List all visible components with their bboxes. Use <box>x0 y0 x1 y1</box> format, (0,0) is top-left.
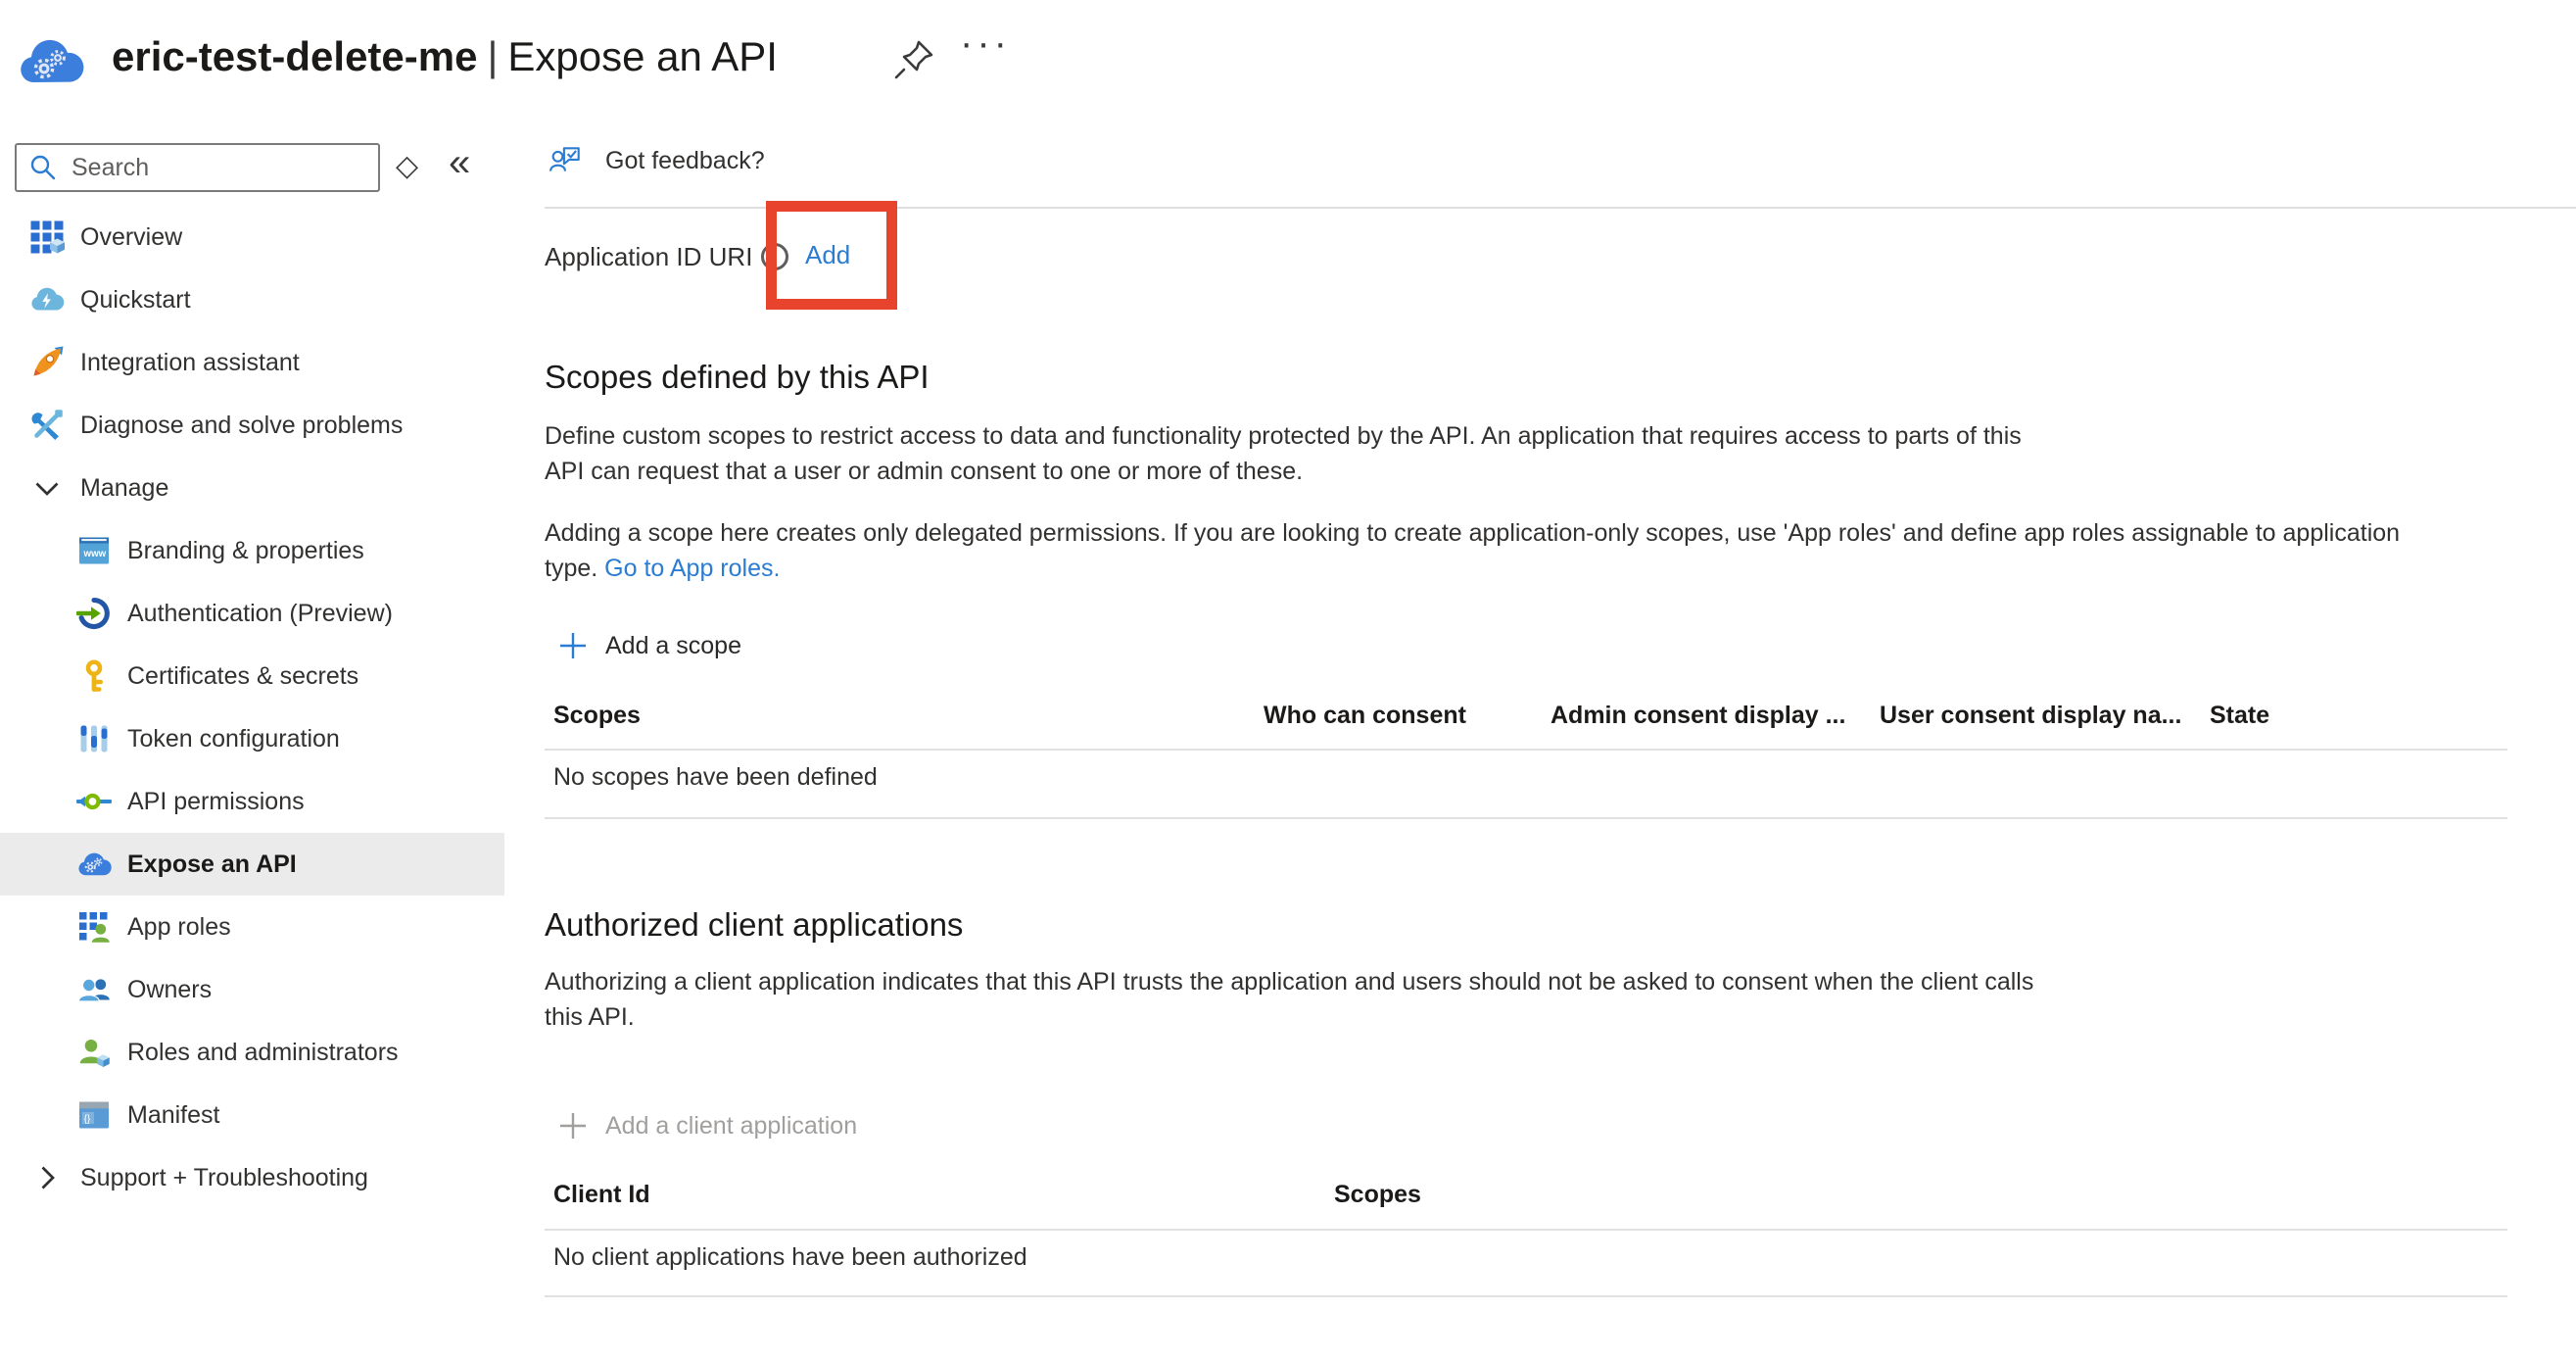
client-id-column-header: Client Id <box>553 1181 650 1209</box>
sidebar-item-label: Certificates & secrets <box>127 662 358 691</box>
sidebar-item-label: Overview <box>80 223 182 252</box>
expose-an-api-blade: eric-test-delete-me|Expose an API ··· ◇ … <box>0 0 2576 1360</box>
sidebar-item-owners[interactable]: Owners <box>0 958 504 1021</box>
chevron-right-icon <box>29 1160 65 1195</box>
sidebar-item-integration-assistant[interactable]: Integration assistant <box>0 331 504 394</box>
sidebar-item-label: Roles and administrators <box>127 1039 399 1067</box>
state-column-header: State <box>2210 702 2269 730</box>
add-application-id-uri-link[interactable]: Add <box>805 240 850 270</box>
scopes-section-title: Scopes defined by this API <box>545 359 930 396</box>
blade-name: Expose an API <box>507 33 778 79</box>
clients-table-bottom-divider <box>545 1295 2507 1297</box>
overview-grid-icon <box>29 219 65 255</box>
sidebar-item-label: Token configuration <box>127 725 340 753</box>
sidebar-item-label: Manifest <box>127 1101 219 1130</box>
sidebar-item-manifest[interactable]: {} Manifest <box>0 1084 504 1146</box>
browser-window-icon: www <box>76 533 112 568</box>
scopes-table-header-divider <box>545 749 2507 751</box>
sidebar-item-expose-an-api[interactable]: Expose an API <box>0 833 504 896</box>
sidebar-item-token-configuration[interactable]: Token configuration <box>0 707 504 770</box>
info-icon[interactable] <box>761 243 788 270</box>
clients-empty-state: No client applications have been authori… <box>553 1243 1027 1272</box>
sidebar-item-label: Integration assistant <box>80 349 300 377</box>
application-id-uri-label: Application ID URI <box>545 242 752 272</box>
more-options-icon[interactable]: ··· <box>960 22 1011 66</box>
clients-section-title: Authorized client applications <box>545 906 963 944</box>
key-icon <box>76 658 112 694</box>
toolbar-divider <box>545 207 2576 209</box>
page-title: eric-test-delete-me|Expose an API <box>112 33 778 80</box>
sidebar-item-label: Owners <box>127 976 212 1004</box>
sidebar-item-label: API permissions <box>127 788 305 816</box>
add-a-scope-button[interactable]: Add a scope <box>558 631 741 660</box>
pin-icon[interactable] <box>891 35 938 82</box>
sidebar-item-label: Authentication (Preview) <box>127 600 393 628</box>
roles-admin-icon <box>76 1035 112 1070</box>
sidebar-group-support-troubleshooting[interactable]: Support + Troubleshooting <box>0 1146 504 1209</box>
admin-consent-column-header: Admin consent display ... <box>1550 702 1845 730</box>
sidebar-nav: Overview Quickstart Integration assi <box>0 206 504 1209</box>
scopes-section-note: Adding a scope here creates only delegat… <box>545 515 2400 586</box>
plus-icon <box>558 1111 588 1141</box>
sidebar-item-label: Diagnose and solve problems <box>80 412 403 440</box>
title-separator: | <box>477 33 507 79</box>
app-roles-icon <box>76 909 112 945</box>
owners-people-icon <box>76 972 112 1007</box>
sidebar-item-quickstart[interactable]: Quickstart <box>0 268 504 331</box>
search-icon <box>28 153 58 182</box>
sliders-icon <box>76 721 112 756</box>
add-a-client-application-label: Add a client application <box>605 1112 857 1141</box>
sidebar-group-label: Support + Troubleshooting <box>80 1164 368 1192</box>
clients-section-description: Authorizing a client application indicat… <box>545 964 2033 1035</box>
sidebar-item-overview[interactable]: Overview <box>0 206 504 268</box>
cloud-gears-icon <box>76 847 112 882</box>
sidebar-item-branding-properties[interactable]: www Branding & properties <box>0 519 504 582</box>
scopes-column-header: Scopes <box>553 702 641 730</box>
sidebar-item-app-roles[interactable]: App roles <box>0 896 504 958</box>
svg-text:www: www <box>83 549 107 559</box>
app-registration-cloud-gears-icon <box>18 31 84 92</box>
clients-scopes-column-header: Scopes <box>1334 1181 1421 1209</box>
sidebar-item-label: Expose an API <box>127 850 297 879</box>
add-a-scope-label: Add a scope <box>605 632 741 660</box>
collapse-sidebar-icon[interactable]: « <box>449 141 470 185</box>
scopes-table-bottom-divider <box>545 817 2507 819</box>
rocket-icon <box>29 345 65 380</box>
sidebar-item-label: Quickstart <box>80 286 191 315</box>
app-name: eric-test-delete-me <box>112 33 477 79</box>
feedback-person-icon <box>549 143 584 178</box>
clients-table-header-divider <box>545 1229 2507 1231</box>
chevron-down-icon <box>29 470 65 506</box>
sidebar-item-certificates-secrets[interactable]: Certificates & secrets <box>0 645 504 707</box>
plus-icon <box>558 631 588 660</box>
tools-icon <box>29 408 65 443</box>
who-can-consent-column-header: Who can consent <box>1264 702 1466 730</box>
auth-arrow-icon <box>76 596 112 631</box>
api-permissions-icon <box>76 784 112 819</box>
got-feedback-label: Got feedback? <box>605 147 765 175</box>
switcher-icon[interactable]: ◇ <box>396 149 418 183</box>
quickstart-cloud-icon <box>29 282 65 317</box>
user-consent-column-header: User consent display na... <box>1880 702 2181 730</box>
got-feedback-button[interactable]: Got feedback? <box>549 143 765 178</box>
scopes-empty-state: No scopes have been defined <box>553 763 878 792</box>
sidebar-search <box>15 143 380 192</box>
sidebar-item-diagnose[interactable]: Diagnose and solve problems <box>0 394 504 457</box>
sidebar-item-roles-administrators[interactable]: Roles and administrators <box>0 1021 504 1084</box>
manifest-code-icon: {} <box>76 1097 112 1133</box>
add-a-client-application-button[interactable]: Add a client application <box>558 1111 857 1141</box>
sidebar-item-authentication[interactable]: Authentication (Preview) <box>0 582 504 645</box>
sidebar-item-label: App roles <box>127 913 231 942</box>
search-input[interactable] <box>70 153 366 183</box>
svg-text:{}: {} <box>84 1114 91 1125</box>
scopes-section-description: Define custom scopes to restrict access … <box>545 418 2022 489</box>
sidebar-group-manage[interactable]: Manage <box>0 457 504 519</box>
sidebar-group-label: Manage <box>80 474 168 503</box>
sidebar-item-label: Branding & properties <box>127 537 364 565</box>
sidebar-item-api-permissions[interactable]: API permissions <box>0 770 504 833</box>
go-to-app-roles-link[interactable]: Go to App roles. <box>604 555 780 582</box>
